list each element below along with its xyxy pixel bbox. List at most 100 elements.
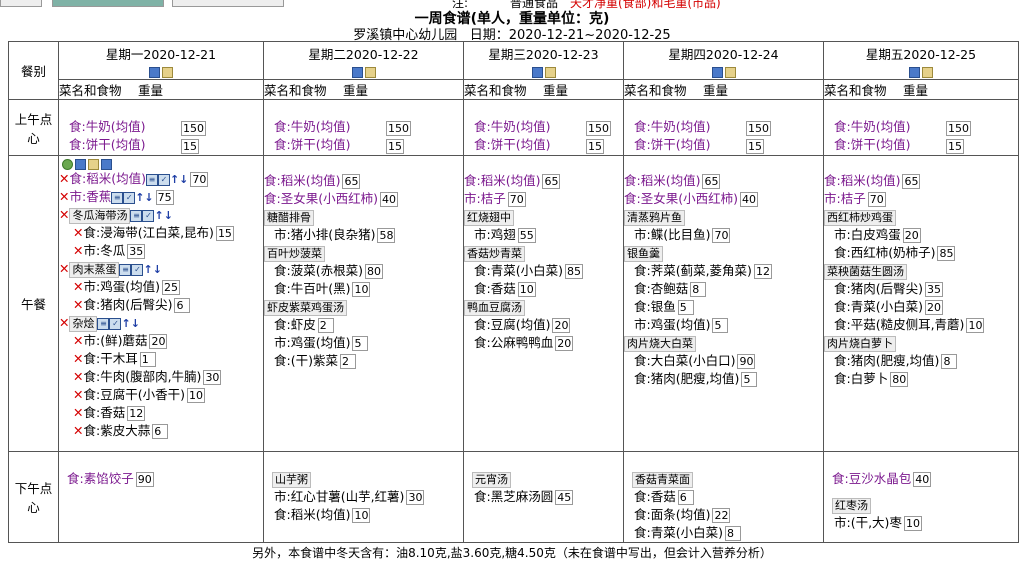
weight-field[interactable]: 10 (186, 388, 205, 403)
food-name[interactable]: 食:猪肉(后臀尖) (83, 297, 172, 312)
weight-field[interactable]: 8 (724, 526, 741, 541)
edit-icon[interactable]: ≡ (145, 173, 158, 186)
move-down-icon[interactable]: ↓ (131, 317, 140, 330)
food-name[interactable]: 市:鲽(比目鱼) (634, 227, 710, 242)
copy-icon[interactable] (149, 67, 160, 78)
weight-field[interactable]: 15 (586, 139, 604, 154)
check-icon[interactable]: ✓ (131, 263, 144, 276)
food-name[interactable]: 食:香菇 (634, 489, 676, 504)
dish-name[interactable]: 西红柿炒鸡蛋 (824, 210, 896, 226)
food-name[interactable]: 食:豆腐干(小香干) (83, 387, 184, 402)
dish-name[interactable]: 肉末蒸蛋 (69, 262, 120, 278)
food-name[interactable]: 市:桔子 (824, 191, 866, 206)
move-up-icon[interactable]: ↑ (170, 173, 179, 186)
food-name[interactable]: 食:猪肉(肥瘦,均值) (834, 353, 939, 368)
food-name[interactable]: 食:牛奶(均值) (634, 119, 710, 134)
food-name[interactable]: 食:大白菜(小白口) (634, 353, 735, 368)
move-down-icon[interactable]: ↓ (179, 173, 188, 186)
dish-name[interactable]: 香菇青菜面 (632, 472, 693, 488)
edit-icon[interactable]: ≡ (119, 263, 132, 276)
weight-field[interactable]: 75 (155, 190, 174, 205)
food-name[interactable]: 食:荠菜(蓟菜,菱角菜) (634, 263, 752, 278)
dish-name[interactable]: 元宵汤 (472, 472, 511, 488)
copy-icon[interactable] (351, 67, 363, 78)
paste-icon[interactable] (162, 67, 173, 78)
weight-field[interactable]: 65 (702, 174, 721, 189)
food-name[interactable]: 食:猪肉(后臀尖) (834, 281, 923, 296)
dish-name[interactable]: 肉片烧白萝卜 (824, 336, 896, 352)
food-name[interactable]: 食:干木耳 (83, 351, 137, 366)
paste-icon[interactable] (922, 67, 933, 78)
paste-icon[interactable] (88, 159, 99, 170)
remove-icon[interactable]: ✕ (73, 225, 83, 240)
food-name[interactable]: 食:青菜(小白菜) (634, 525, 723, 540)
weight-field[interactable]: 20 (902, 228, 921, 243)
paste-icon[interactable] (544, 67, 556, 78)
food-name[interactable]: 食:黑芝麻汤圆 (474, 489, 553, 504)
weight-field[interactable]: 8 (941, 354, 958, 369)
weight-field[interactable]: 12 (753, 264, 772, 279)
weight-field[interactable]: 12 (127, 406, 146, 421)
weight-field[interactable]: 150 (946, 121, 971, 136)
weight-field[interactable]: 10 (966, 318, 985, 333)
weight-field[interactable]: 22 (712, 508, 731, 523)
dish-name[interactable]: 山芋粥 (272, 472, 311, 488)
weight-field[interactable]: 80 (364, 264, 383, 279)
food-name[interactable]: 市:桔子 (464, 191, 506, 206)
move-up-icon[interactable]: ↑ (121, 317, 130, 330)
copy-icon[interactable] (909, 67, 920, 78)
food-name[interactable]: 食:牛百叶(黑) (274, 281, 350, 296)
food-name[interactable]: 食:浸海带(江白菜,昆布) (83, 225, 213, 240)
weight-field[interactable]: 40 (739, 192, 758, 207)
dish-name[interactable]: 银鱼羹 (624, 246, 663, 262)
weight-field[interactable]: 70 (867, 192, 886, 207)
food-name[interactable]: 食:稻米(均值) (69, 171, 145, 186)
food-name[interactable]: 食:白萝卜 (834, 371, 888, 386)
food-name[interactable]: 食:牛肉(腹部肉,牛腩) (83, 369, 201, 384)
food-name[interactable]: 食:豆沙水晶包 (832, 471, 911, 486)
weight-field[interactable]: 45 (555, 490, 574, 505)
food-name[interactable]: 食:饼干(均值) (274, 137, 350, 152)
food-name[interactable]: 食:杏鲍菇 (634, 281, 688, 296)
weight-field[interactable]: 6 (677, 490, 694, 505)
remove-icon[interactable]: ✕ (73, 423, 83, 438)
food-name[interactable]: 市:鸡翅 (474, 227, 516, 242)
weight-field[interactable]: 58 (377, 228, 396, 243)
weight-field[interactable]: 15 (746, 139, 764, 154)
food-name[interactable]: 市:(鲜)蘑菇 (83, 333, 147, 348)
weight-field[interactable]: 65 (342, 174, 361, 189)
food-name[interactable]: 市:鸡蛋(均值) (634, 317, 710, 332)
weight-field[interactable]: 40 (913, 472, 932, 487)
food-name[interactable]: 食:饼干(均值) (69, 137, 145, 152)
weight-field[interactable]: 10 (517, 282, 536, 297)
food-name[interactable]: 食:青菜(小白菜) (474, 263, 563, 278)
weight-field[interactable]: 5 (712, 318, 729, 333)
weight-field[interactable]: 65 (542, 174, 561, 189)
food-name[interactable]: 食:牛奶(均值) (274, 119, 350, 134)
dish-name[interactable]: 鸭血豆腐汤 (464, 300, 525, 316)
remove-icon[interactable]: ✕ (73, 243, 83, 258)
food-name[interactable]: 市:红心甘薯(山芋,红薯) (274, 489, 404, 504)
copy-icon[interactable] (711, 67, 723, 78)
food-name[interactable]: 食:圣女果(小西红柿) (264, 191, 378, 206)
dish-name[interactable]: 肉片烧大白菜 (624, 336, 696, 352)
food-name[interactable]: 食:牛奶(均值) (474, 119, 550, 134)
copy-icon[interactable] (101, 159, 112, 170)
weight-field[interactable]: 15 (181, 139, 199, 154)
weight-field[interactable]: 85 (937, 246, 956, 261)
weight-field[interactable]: 150 (181, 121, 206, 136)
food-name[interactable]: 食:圣女果(小西红柿) (624, 191, 738, 206)
edit-icon[interactable]: ≡ (111, 191, 124, 204)
weight-field[interactable]: 80 (890, 372, 909, 387)
remove-icon[interactable]: ✕ (59, 171, 69, 186)
food-name[interactable]: 食:(干)紫菜 (274, 353, 338, 368)
food-name[interactable]: 食:西红柿(奶柿子) (834, 245, 935, 260)
dish-name[interactable]: 虾皮紫菜鸡蛋汤 (264, 300, 347, 316)
weight-field[interactable]: 30 (406, 490, 425, 505)
dish-name[interactable]: 杂烩 (69, 316, 98, 332)
weight-field[interactable]: 20 (149, 334, 168, 349)
food-name[interactable]: 食:饼干(均值) (834, 137, 910, 152)
weight-field[interactable]: 90 (135, 472, 154, 487)
dish-name[interactable]: 香菇炒青菜 (464, 246, 525, 262)
weight-field[interactable]: 5 (352, 336, 369, 351)
